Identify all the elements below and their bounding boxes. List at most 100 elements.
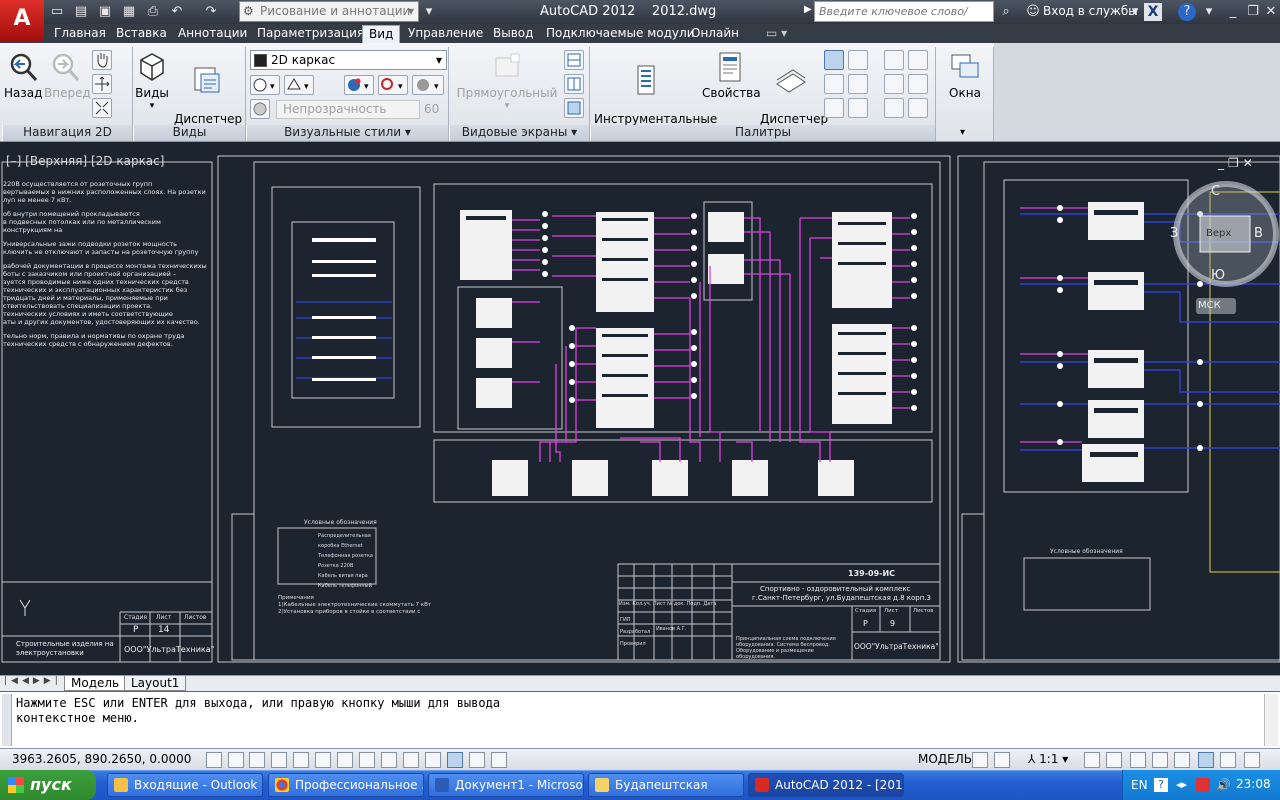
opacity-icon[interactable]	[250, 99, 270, 119]
quick-view-drawings-icon[interactable]	[994, 752, 1010, 768]
antivirus-icon[interactable]	[1196, 778, 1210, 792]
auto-scale-icon[interactable]	[1106, 752, 1122, 768]
close-icon[interactable]: ✕	[1262, 3, 1280, 21]
rectangular-viewport-button[interactable]: Прямоугольный ▾	[456, 51, 558, 113]
tab-insert[interactable]: Вставка	[110, 25, 173, 43]
command-scrollbar[interactable]	[1264, 694, 1278, 746]
tab-home[interactable]: Главная	[48, 25, 112, 43]
model-space-button[interactable]: МОДЕЛЬ	[918, 752, 972, 766]
minimize-icon[interactable]: _	[1224, 3, 1242, 21]
annotation-visibility-icon[interactable]	[1084, 752, 1100, 768]
lightbulb-icon[interactable]	[1220, 752, 1236, 768]
palette-toggle-10-icon[interactable]	[908, 74, 928, 94]
panel-toggle-icon[interactable]: ▭ ▾	[760, 25, 793, 43]
palette-toggle-8-icon[interactable]	[908, 50, 928, 70]
palette-toggle-11-icon[interactable]	[884, 98, 904, 118]
tab-parametric[interactable]: Параметризация	[251, 25, 370, 43]
back-button[interactable]: Назад	[4, 51, 42, 100]
x-ray-icon[interactable]: ▾	[284, 75, 314, 95]
cursor-coordinates[interactable]: 3963.2605, 890.2650, 0.0000	[12, 752, 191, 766]
help-search-input[interactable]: Введите ключевое слово/фразу	[814, 1, 994, 37]
tab-online[interactable]: Онлайн	[685, 25, 745, 43]
windows-dropdown-icon[interactable]: ▾	[960, 127, 965, 138]
quick-properties-icon[interactable]	[469, 752, 485, 768]
pan-icon[interactable]	[92, 50, 112, 70]
redo-icon[interactable]: ↷	[202, 3, 220, 21]
osnap-icon[interactable]	[315, 752, 331, 768]
orbit-icon[interactable]	[92, 74, 112, 94]
task-browser[interactable]: Профессиональное ...	[268, 773, 424, 797]
opacity-slider[interactable]: Непрозрачность	[276, 100, 420, 119]
exchange-icon[interactable]: X	[1144, 3, 1162, 21]
user-icon[interactable]: ☺	[1024, 3, 1042, 21]
viewport-named-icon[interactable]	[564, 74, 584, 94]
viewcube-east[interactable]: В	[1254, 226, 1263, 241]
tab-model[interactable]: Модель	[64, 676, 127, 691]
palette-toggle-4-icon[interactable]	[848, 74, 868, 94]
palette-toggle-6-icon[interactable]	[848, 98, 868, 118]
tab-annotate[interactable]: Аннотации	[172, 25, 253, 43]
task-autocad[interactable]: AutoCAD 2012 - [201...	[748, 773, 904, 797]
print-icon[interactable]: ⎙	[144, 3, 162, 21]
palette-toggle-7-icon[interactable]	[884, 50, 904, 70]
dyn-icon[interactable]	[403, 752, 419, 768]
tab-view[interactable]: Вид	[362, 25, 401, 43]
shadows-icon[interactable]: ▾	[378, 75, 408, 95]
viewcube-north[interactable]: С	[1211, 184, 1220, 199]
annotation-scale[interactable]: ⅄ 1:1 ▾	[1028, 752, 1068, 766]
command-grip[interactable]	[2, 694, 12, 746]
transparency-icon[interactable]	[447, 752, 463, 768]
materials-icon[interactable]: ▾	[344, 75, 374, 95]
task-outlook[interactable]: Входящие - Outlook ...	[107, 773, 263, 797]
snap-icon[interactable]	[228, 752, 244, 768]
open-file-icon[interactable]: ▤	[72, 3, 90, 21]
clock[interactable]: 23:08	[1236, 777, 1271, 791]
expand-icon[interactable]: ▶	[804, 4, 812, 15]
help-tray-icon[interactable]: ?	[1154, 778, 1168, 792]
palette-toggle-1-icon[interactable]	[824, 50, 844, 70]
palette-toggle-9-icon[interactable]	[884, 74, 904, 94]
zoom-extents-icon[interactable]	[92, 98, 112, 118]
volume-icon[interactable]: 🔊	[1216, 778, 1231, 792]
lock-icon[interactable]	[1152, 752, 1168, 768]
command-window[interactable]: Нажмите ESC или ENTER для выхода, или пр…	[0, 691, 1280, 748]
tab-manage[interactable]: Управление	[402, 25, 489, 43]
help-icon[interactable]: ?	[1178, 3, 1196, 21]
save-as-icon[interactable]: ▦	[120, 3, 138, 21]
drawing-canvas[interactable]: [–] [Верхняя] [2D каркас] _❐✕ 220В осуще…	[0, 142, 1280, 675]
ducs-icon[interactable]	[381, 752, 397, 768]
task-word[interactable]: Документ1 - Microso...	[428, 773, 584, 797]
ortho-icon[interactable]	[271, 752, 287, 768]
lineweight-icon[interactable]	[425, 752, 441, 768]
undo-icon[interactable]: ↶	[168, 3, 186, 21]
palette-toggle-5-icon[interactable]	[824, 98, 844, 118]
grid-icon[interactable]	[249, 752, 265, 768]
viewcube-south[interactable]: Ю	[1211, 268, 1225, 283]
login-button[interactable]: Вход в службы	[1043, 4, 1138, 18]
viewcube-wcs-menu[interactable]: МСК	[1198, 300, 1221, 311]
3d-osnap-icon[interactable]	[337, 752, 353, 768]
app-menu-button[interactable]: A	[0, 0, 44, 42]
hardware-acceleration-icon[interactable]	[1174, 752, 1190, 768]
quick-view-layouts-icon[interactable]	[972, 752, 988, 768]
task-folder[interactable]: Будапештская	[588, 773, 744, 797]
network-icon[interactable]: ◂▸	[1176, 778, 1187, 791]
windows-button[interactable]: Окна	[944, 51, 986, 100]
viewport-controls[interactable]: _❐✕	[1218, 156, 1257, 170]
viewport-join-icon[interactable]	[564, 98, 584, 118]
edge-effects-icon[interactable]: ▾	[250, 75, 280, 95]
qa-menu-icon[interactable]: ▾	[420, 3, 438, 21]
selection-cycling-icon[interactable]	[491, 752, 507, 768]
views-button[interactable]: Виды ▾	[134, 51, 170, 113]
visual-style-dropdown[interactable]: 2D каркас ▾	[250, 50, 447, 70]
viewport-label[interactable]: [–] [Верхняя] [2D каркас]	[6, 154, 164, 168]
viewport-config-icon[interactable]	[564, 50, 584, 70]
new-file-icon[interactable]: ▭	[48, 3, 66, 21]
restore-icon[interactable]: ❐	[1244, 3, 1262, 21]
infer-constraints-icon[interactable]	[206, 752, 222, 768]
isolate-objects-icon[interactable]	[1198, 752, 1214, 768]
search-icon[interactable]: ⌕	[997, 3, 1015, 21]
palette-toggle-3-icon[interactable]	[824, 74, 844, 94]
palette-toggle-12-icon[interactable]	[908, 98, 928, 118]
layout-nav-arrows[interactable]: |◀◀▶▶|	[4, 676, 62, 686]
